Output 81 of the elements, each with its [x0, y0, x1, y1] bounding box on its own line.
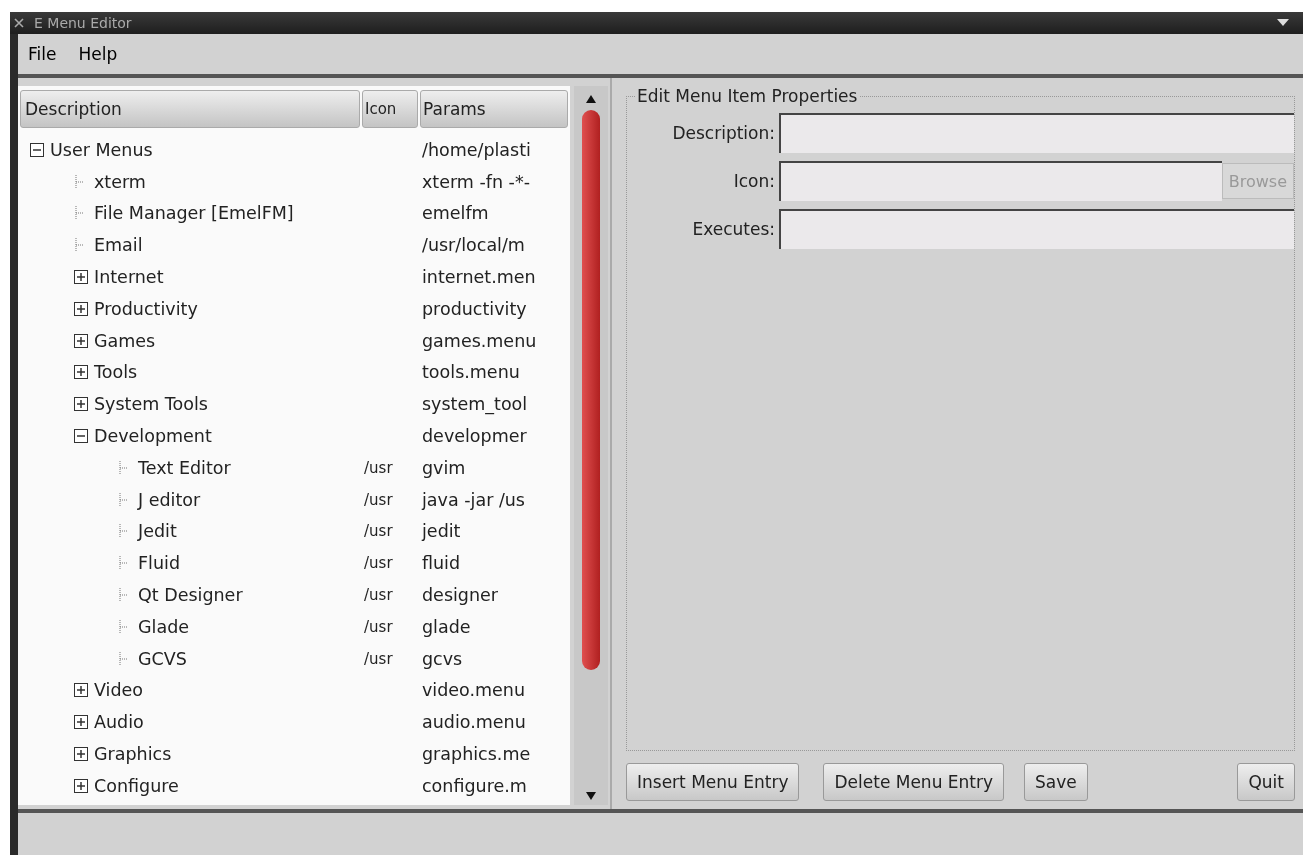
- dropdown-icon[interactable]: [1277, 19, 1289, 27]
- params-text: jedit: [422, 521, 461, 542]
- params-text: emelfm: [422, 203, 489, 224]
- params-text: tools.menu: [422, 362, 520, 383]
- expand-icon[interactable]: [74, 270, 88, 285]
- params-text: gvim: [422, 457, 466, 478]
- tree-item[interactable]: Fluid: [138, 553, 180, 574]
- icon-path: /usr: [364, 490, 393, 509]
- params-text: internet.men: [422, 267, 536, 288]
- close-icon[interactable]: [14, 18, 24, 28]
- group-title: Edit Menu Item Properties: [636, 86, 859, 106]
- expand-icon[interactable]: [74, 301, 88, 316]
- collapse-icon[interactable]: [74, 429, 88, 444]
- action-button[interactable]: Insert Menu Entry: [626, 763, 800, 801]
- tree-item[interactable]: Games: [94, 330, 156, 351]
- expand-icon[interactable]: [74, 747, 88, 762]
- tree-item[interactable]: Qt Designer: [138, 585, 243, 606]
- params-text: java -jar /us: [422, 489, 525, 510]
- tree-item[interactable]: J editor: [138, 489, 201, 510]
- tree-item[interactable]: GCVS: [138, 648, 187, 669]
- column-header[interactable]: Description: [20, 90, 360, 128]
- column-header[interactable]: Params: [420, 90, 568, 128]
- menu-item[interactable]: Help: [78, 44, 118, 64]
- tree-item[interactable]: xterm: [94, 171, 146, 192]
- params-text: gcvs: [422, 648, 463, 669]
- tree-item[interactable]: Tools: [94, 362, 138, 383]
- tree-item[interactable]: System Tools: [94, 394, 208, 415]
- icon-path: /usr: [364, 617, 393, 636]
- action-button[interactable]: Delete Menu Entry: [823, 763, 1005, 801]
- menu-item[interactable]: File: [28, 44, 57, 64]
- tree-item[interactable]: Configure: [94, 775, 179, 796]
- input-field[interactable]: [779, 113, 1294, 153]
- tree-item[interactable]: Email: [94, 235, 143, 256]
- params-text: designer: [422, 585, 498, 606]
- field-label: Description:: [671, 123, 776, 143]
- icon-path: /usr: [364, 649, 393, 668]
- field-label: Executes:: [691, 219, 776, 239]
- icon-path: /usr: [364, 522, 393, 541]
- action-button[interactable]: Quit: [1237, 763, 1295, 801]
- tree-item[interactable]: Video: [94, 680, 144, 701]
- expand-icon[interactable]: [74, 365, 88, 380]
- tree-item[interactable]: Jedit: [138, 521, 177, 542]
- params-text: video.menu: [422, 680, 526, 701]
- params-text: audio.menu: [422, 712, 526, 733]
- input-field[interactable]: [779, 161, 1222, 201]
- tree-item[interactable]: Internet: [94, 267, 164, 288]
- tree-item[interactable]: Glade: [138, 616, 190, 637]
- tree-item[interactable]: Graphics: [94, 744, 172, 765]
- icon-path: /usr: [364, 554, 393, 573]
- params-text: fluid: [422, 553, 461, 574]
- params-text: xterm -fn -*-: [422, 171, 530, 192]
- tree-item[interactable]: User Menus: [50, 139, 153, 160]
- icon-path: /usr: [364, 586, 393, 605]
- collapse-icon[interactable]: [30, 142, 44, 157]
- expand-icon[interactable]: [74, 683, 88, 698]
- tree-item[interactable]: File Manager [EmelFM]: [94, 203, 294, 224]
- expand-icon[interactable]: [74, 333, 88, 348]
- tree-item[interactable]: Audio: [94, 712, 144, 733]
- params-text: glade: [422, 616, 471, 637]
- params-text: developmer: [422, 426, 527, 447]
- scroll-thumb[interactable]: [582, 110, 600, 670]
- expand-icon[interactable]: [74, 778, 88, 793]
- expand-icon[interactable]: [74, 715, 88, 730]
- params-text: configure.m: [422, 775, 527, 796]
- params-text: system_tool: [422, 394, 528, 415]
- params-text: /usr/local/m: [422, 235, 525, 256]
- params-text: graphics.me: [422, 744, 531, 765]
- tree-item[interactable]: Text Editor: [138, 457, 231, 478]
- tree-item[interactable]: Productivity: [94, 298, 198, 319]
- window-title: E Menu Editor: [34, 15, 133, 31]
- input-field[interactable]: [779, 209, 1294, 249]
- expand-icon[interactable]: [74, 397, 88, 412]
- params-text: games.menu: [422, 330, 537, 351]
- action-button[interactable]: Save: [1024, 763, 1088, 801]
- icon-path: /usr: [364, 458, 393, 477]
- field-label: Icon:: [732, 171, 776, 191]
- column-header[interactable]: Icon: [362, 90, 418, 128]
- scrollbar[interactable]: [574, 86, 608, 805]
- params-text: productivity: [422, 298, 527, 319]
- tree-item[interactable]: Development: [94, 426, 212, 447]
- params-text: /home/plasti: [422, 139, 531, 160]
